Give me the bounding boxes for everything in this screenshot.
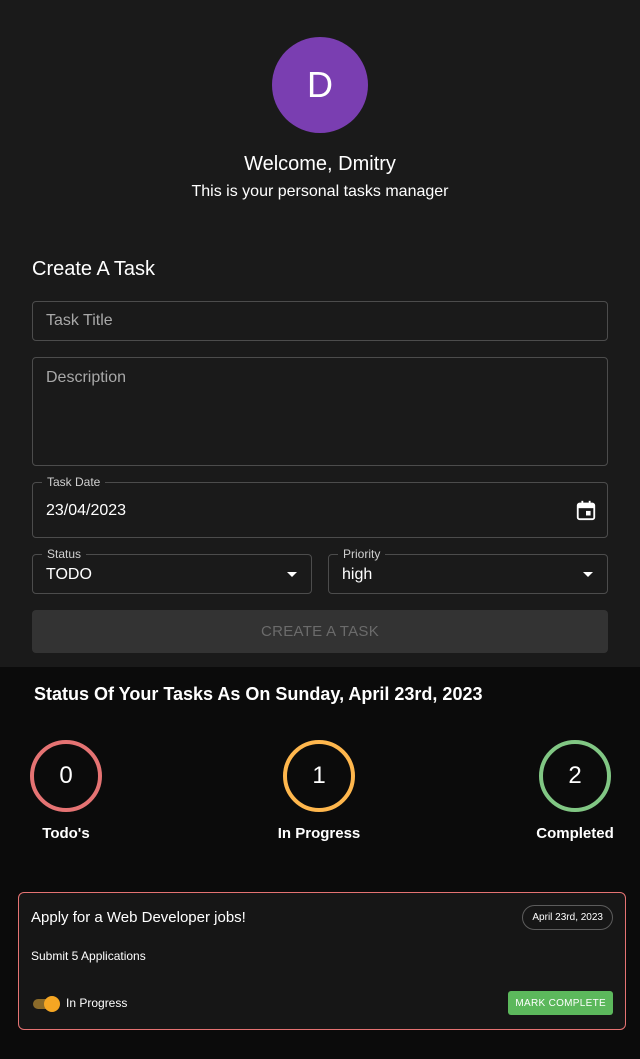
stat-count: 1 bbox=[312, 762, 326, 789]
stat-count: 0 bbox=[59, 762, 73, 789]
stat-ring: 2 bbox=[539, 740, 611, 812]
task-card: Apply for a Web Developer jobs! April 23… bbox=[18, 892, 626, 1030]
task-title-field[interactable] bbox=[32, 301, 608, 341]
description-field[interactable] bbox=[32, 357, 608, 466]
mark-complete-button[interactable]: MARK COMPLETE bbox=[508, 991, 613, 1015]
status-summary-heading: Status Of Your Tasks As On Sunday, April… bbox=[34, 684, 483, 704]
stat-label: Completed bbox=[536, 825, 614, 842]
priority-label: Priority bbox=[338, 547, 386, 561]
task-date-chip-label: April 23rd, 2023 bbox=[532, 912, 603, 923]
avatar: D bbox=[272, 37, 368, 133]
welcome-message: Welcome, Dmitry bbox=[244, 153, 396, 175]
caret-down-icon bbox=[583, 572, 593, 577]
status-select[interactable]: Status TODO bbox=[32, 547, 312, 594]
priority-select[interactable]: Priority high bbox=[328, 547, 608, 594]
task-date-field[interactable]: Task Date 23/04/2023 bbox=[32, 475, 608, 538]
stat-label: In Progress bbox=[277, 825, 361, 842]
task-card-description: Submit 5 Applications bbox=[31, 949, 146, 963]
status-label: Status bbox=[42, 547, 87, 561]
in-progress-toggle[interactable] bbox=[31, 995, 61, 1013]
stat-ring: 0 bbox=[30, 740, 102, 812]
task-date-label: Task Date bbox=[42, 475, 106, 489]
priority-value: high bbox=[342, 566, 373, 583]
create-task-panel: D Welcome, Dmitry This is your personal … bbox=[0, 0, 640, 667]
avatar-initial: D bbox=[307, 64, 333, 105]
stat-todo: 0 Todo's bbox=[0, 740, 136, 842]
description-input[interactable] bbox=[33, 358, 607, 463]
stat-label: Todo's bbox=[42, 825, 90, 842]
task-title-input[interactable] bbox=[33, 302, 607, 340]
caret-down-icon bbox=[287, 572, 297, 577]
task-date-chip: April 23rd, 2023 bbox=[522, 905, 613, 930]
toggle-thumb bbox=[44, 996, 60, 1012]
toggle-label: In Progress bbox=[66, 996, 128, 1010]
task-date-value: 23/04/2023 bbox=[46, 502, 127, 519]
create-task-heading: Create A Task bbox=[32, 258, 156, 280]
welcome-subtitle: This is your personal tasks manager bbox=[191, 183, 449, 200]
create-task-button[interactable]: CREATE A TASK bbox=[32, 610, 608, 653]
stat-in-progress: 1 In Progress bbox=[249, 740, 389, 842]
calendar-icon[interactable] bbox=[575, 499, 597, 521]
status-value: TODO bbox=[46, 566, 92, 583]
task-card-title: Apply for a Web Developer jobs! bbox=[31, 909, 246, 926]
stat-count: 2 bbox=[568, 762, 582, 789]
stat-completed: 2 Completed bbox=[505, 740, 640, 842]
stat-ring: 1 bbox=[283, 740, 355, 812]
